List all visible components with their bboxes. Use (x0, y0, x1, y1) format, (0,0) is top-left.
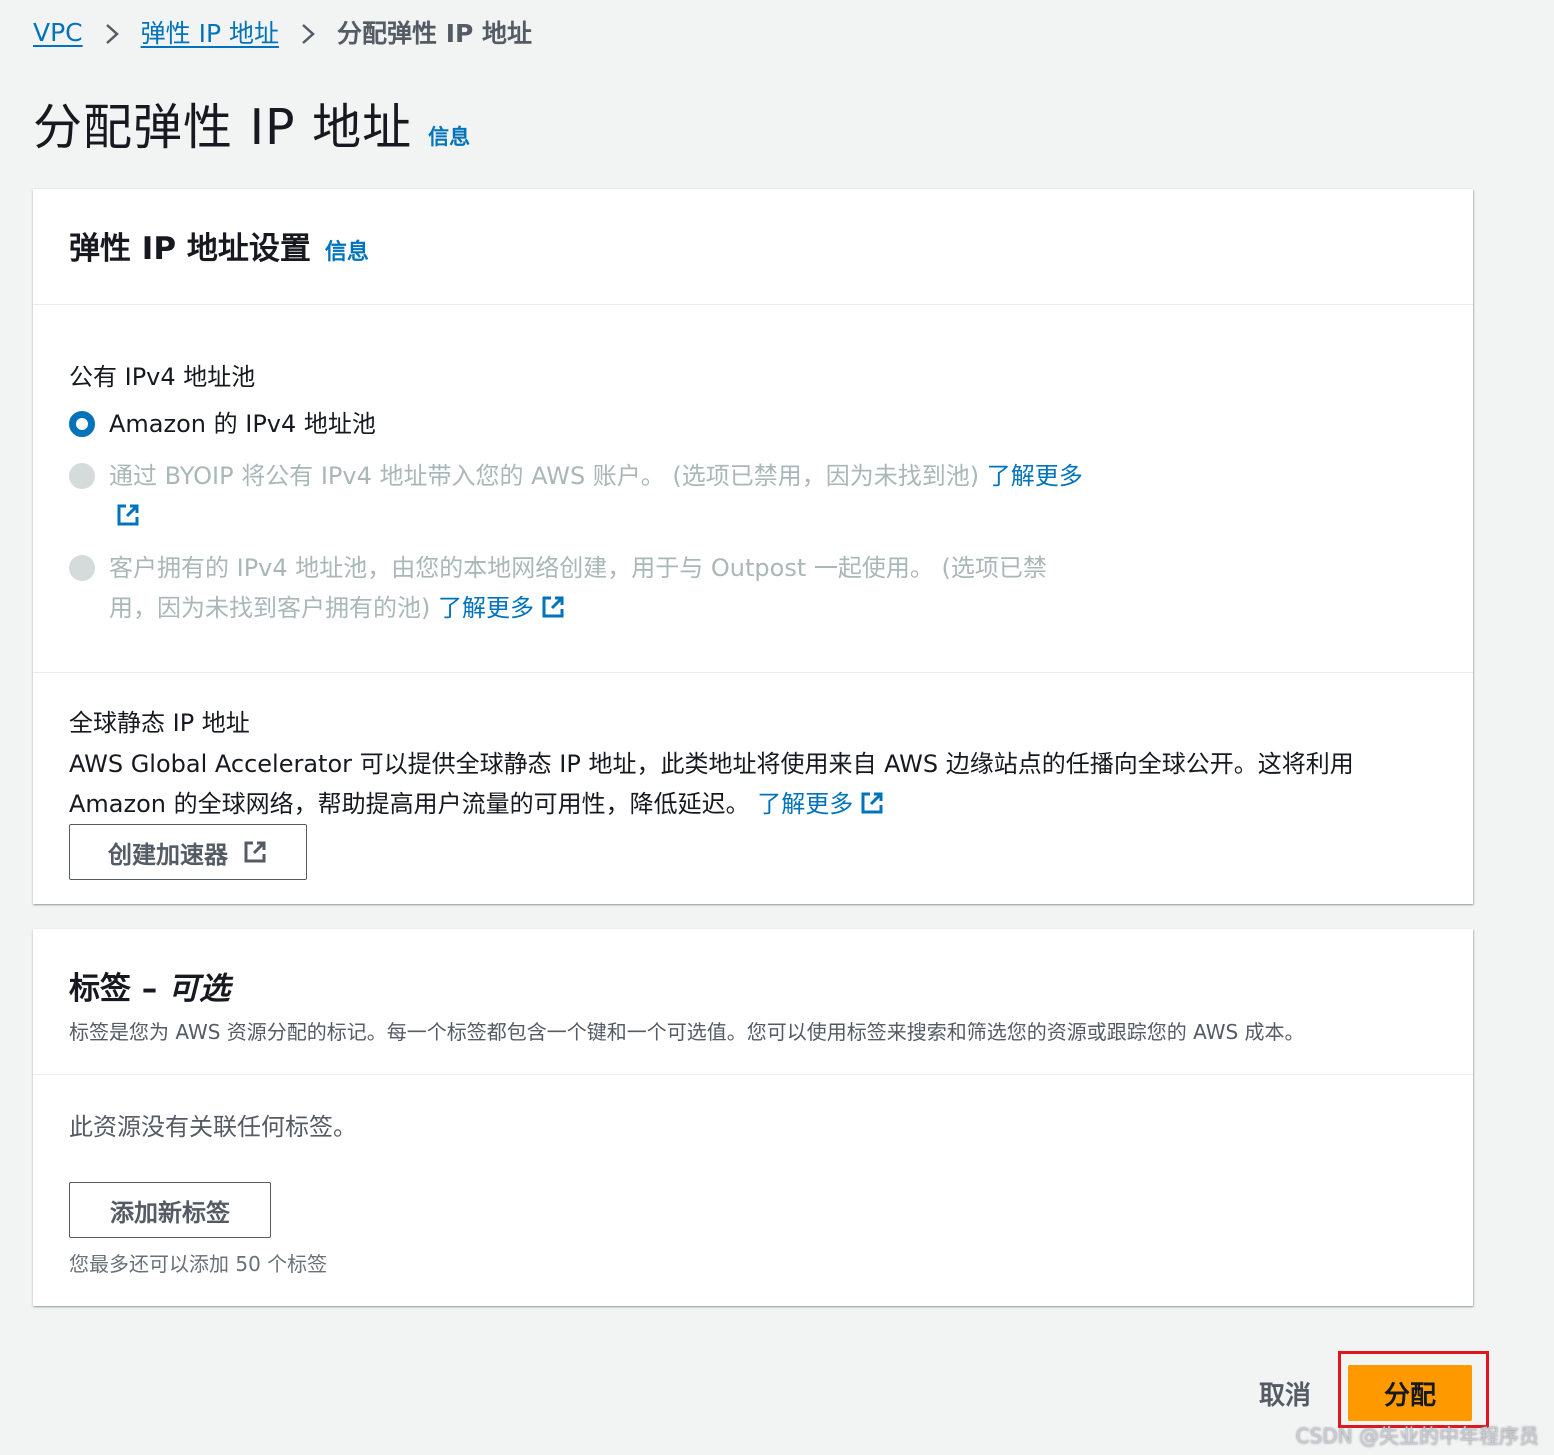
allocate-button[interactable]: 分配 (1348, 1365, 1472, 1421)
radio-option-customer-owned: 客户拥有的 IPv4 地址池，由您的本地网络创建，用于与 Outpost 一起使… (69, 548, 1437, 628)
radio-label-byoip: 通过 BYOIP 将公有 IPv4 地址带入您的 AWS 账户。 (选项已禁用，… (109, 456, 1089, 536)
external-link-icon (542, 596, 564, 618)
eip-settings-title: 弹性 IP 地址设置 信息 (69, 231, 369, 267)
add-tag-button[interactable]: 添加新标签 (69, 1182, 271, 1238)
radio-label-byoip-text: 通过 BYOIP 将公有 IPv4 地址带入您的 AWS 账户。 (选项已禁用，… (109, 462, 987, 490)
tags-header: 标签 – 可选 标签是您为 AWS 资源分配的标记。每一个标签都包含一个键和一个… (33, 929, 1473, 1075)
tags-limit-hint: 您最多还可以添加 50 个标签 (69, 1252, 328, 1276)
create-accelerator-label: 创建加速器 (108, 841, 228, 869)
radio-option-amazon-pool[interactable]: Amazon 的 IPv4 地址池 (69, 404, 1437, 444)
watermark: CSDN @失业的中年程序员 (1295, 1424, 1539, 1448)
eip-settings-info-link[interactable]: 信息 (325, 240, 369, 265)
breadcrumb-vpc-link[interactable]: VPC (33, 18, 83, 47)
byoip-learn-more-text: 了解更多 (986, 462, 1083, 490)
page-info-link[interactable]: 信息 (428, 121, 470, 151)
radio-label-customer-owned-text: 客户拥有的 IPv4 地址池，由您的本地网络创建，用于与 Outpost 一起使… (109, 554, 1047, 622)
tags-title: 标签 – 可选 (69, 963, 1437, 1008)
page-header: 分配弹性 IP 地址 信息 (33, 88, 470, 159)
no-tags-message: 此资源没有关联任何标签。 (69, 1113, 357, 1141)
radio-disabled-icon (69, 463, 95, 489)
cancel-button[interactable]: 取消 (1259, 1375, 1311, 1412)
radio-disabled-icon (69, 555, 95, 581)
breadcrumb: VPC 弹性 IP 地址 分配弹性 IP 地址 (33, 14, 532, 50)
tags-optional-label: 可选 (168, 971, 231, 1007)
radio-label-amazon-pool: Amazon 的 IPv4 地址池 (109, 410, 376, 438)
radio-label-customer-owned: 客户拥有的 IPv4 地址池，由您的本地网络创建，用于与 Outpost 一起使… (109, 548, 1089, 628)
tags-title-dash: – (131, 971, 169, 1007)
page-title: 分配弹性 IP 地址 (33, 99, 413, 156)
tags-body: 此资源没有关联任何标签。 添加新标签 您最多还可以添加 50 个标签 (33, 1075, 1473, 1277)
ipv4-pool-label: 公有 IPv4 地址池 (69, 363, 256, 391)
global-static-ip-section: 全球静态 IP 地址 AWS Global Accelerator 可以提供全球… (33, 673, 1473, 880)
highlight-box: 分配 (1338, 1351, 1489, 1428)
external-link-icon (244, 841, 266, 863)
global-learn-more-text: 了解更多 (757, 790, 854, 818)
chevron-right-icon (97, 18, 127, 47)
chevron-right-icon (293, 18, 323, 47)
tags-panel: 标签 – 可选 标签是您为 AWS 资源分配的标记。每一个标签都包含一个键和一个… (33, 929, 1473, 1306)
global-static-ip-description-text: AWS Global Accelerator 可以提供全球静态 IP 地址，此类… (69, 750, 1354, 818)
eip-settings-title-text: 弹性 IP 地址设置 (69, 231, 311, 267)
external-link-icon (117, 504, 139, 526)
global-learn-more-link[interactable]: 了解更多 (757, 790, 885, 818)
tags-title-text: 标签 (69, 971, 131, 1007)
breadcrumb-current: 分配弹性 IP 地址 (336, 19, 533, 48)
tags-description: 标签是您为 AWS 资源分配的标记。每一个标签都包含一个键和一个可选值。您可以使… (69, 1020, 1305, 1044)
eip-settings-panel: 弹性 IP 地址设置 信息 公有 IPv4 地址池 Amazon 的 IPv4 地… (33, 189, 1473, 904)
ipv4-pool-section: 公有 IPv4 地址池 Amazon 的 IPv4 地址池 通过 BYOIP 将… (33, 305, 1473, 673)
global-static-ip-description: AWS Global Accelerator 可以提供全球静态 IP 地址，此类… (69, 744, 1437, 824)
external-link-icon (861, 792, 883, 814)
radio-option-byoip: 通过 BYOIP 将公有 IPv4 地址带入您的 AWS 账户。 (选项已禁用，… (69, 456, 1437, 536)
create-accelerator-button[interactable]: 创建加速器 (69, 824, 307, 880)
customer-owned-learn-more-link[interactable]: 了解更多 (438, 594, 566, 622)
eip-settings-header: 弹性 IP 地址设置 信息 (33, 189, 1473, 305)
breadcrumb-eip-link[interactable]: 弹性 IP 地址 (141, 14, 279, 50)
radio-checked-icon[interactable] (69, 411, 95, 437)
global-static-ip-label: 全球静态 IP 地址 (69, 709, 250, 737)
customer-owned-learn-more-text: 了解更多 (438, 594, 534, 622)
